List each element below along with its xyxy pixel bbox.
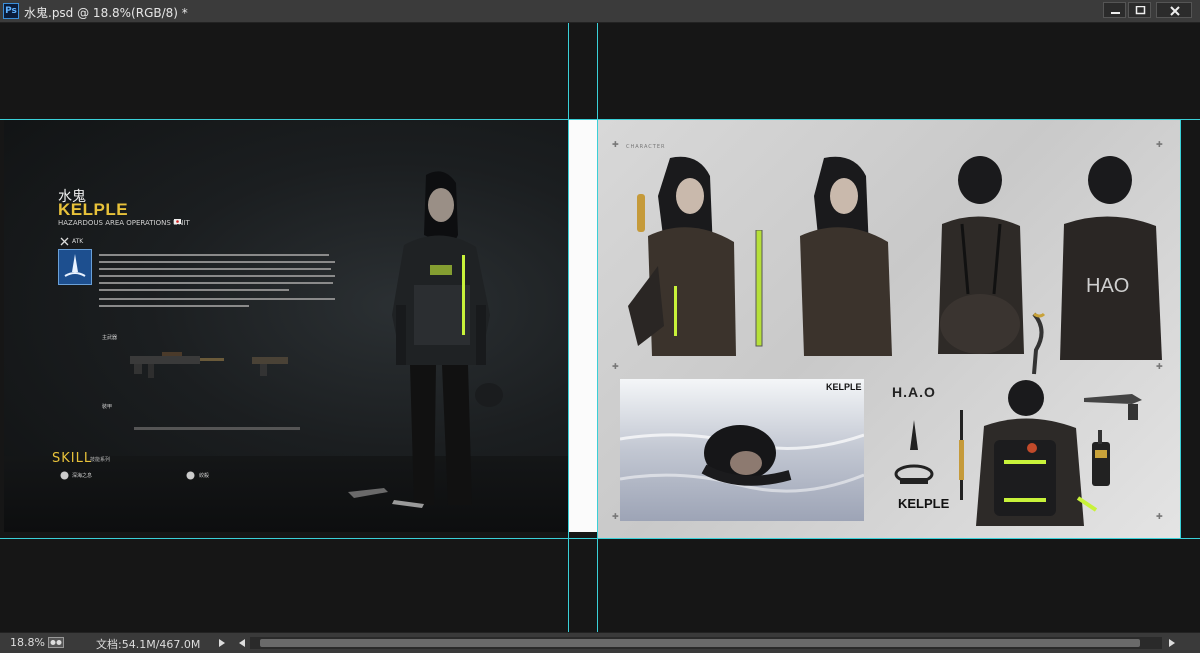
- kelple-logo-small: KELPLE: [826, 382, 862, 392]
- character-backpack-view: [976, 380, 1098, 526]
- gear-label: 裝甲: [102, 404, 113, 410]
- skill-title: SKILL: [52, 451, 93, 466]
- document-title: 水鬼.psd @ 18.8%(RGB/8) *: [24, 6, 188, 20]
- proof-icon[interactable]: [48, 637, 64, 648]
- main-weapon-label: 主武器: [102, 335, 118, 341]
- character-back-2: HAO: [1060, 156, 1162, 360]
- photoshop-icon: Ps: [3, 3, 19, 19]
- crop-mark-icon: ✚: [612, 512, 619, 521]
- class-label: ATK: [72, 238, 84, 245]
- crop-mark-icon: ✚: [1156, 140, 1163, 149]
- guide-vertical[interactable]: [568, 23, 569, 632]
- title-bar: Ps 水鬼.psd @ 18.8%(RGB/8) *: [0, 0, 1200, 23]
- hao-logo: H.A.O: [892, 384, 936, 400]
- kelple-logo-large: KELPLE: [898, 496, 950, 511]
- crop-mark-icon: ✚: [1156, 512, 1163, 521]
- radio-device-icon: [1092, 430, 1110, 486]
- close-button[interactable]: [1156, 2, 1192, 18]
- close-icon: [1170, 6, 1180, 16]
- maximize-button[interactable]: [1128, 2, 1151, 18]
- horizontal-scrollbar[interactable]: [250, 637, 1162, 649]
- crossed-swords-icon: [60, 237, 69, 246]
- character-section-label: CHARACTER: [626, 144, 666, 150]
- character-figure: [392, 171, 503, 505]
- spear-icon: [959, 410, 964, 500]
- left-artboard: 水鬼 KELPLE HAZARDOUS AREA OPERATIONS UNIT…: [4, 120, 568, 532]
- crop-mark-icon: ✚: [612, 140, 619, 149]
- smg-weapon-icon: [130, 352, 224, 378]
- flag-icon: [174, 219, 181, 224]
- crop-mark-icon: ✚: [1156, 362, 1163, 371]
- document-size-info[interactable]: 文档:54.1M/467.0M: [96, 636, 200, 652]
- scroll-left-icon[interactable]: [238, 638, 246, 648]
- unit-label: HAZARDOUS AREA OPERATIONS UNIT: [58, 219, 190, 227]
- character-front-1: [628, 156, 736, 356]
- skill-subtitle: 技能系列: [90, 457, 111, 463]
- gear-bar: [134, 427, 300, 430]
- guide-vertical[interactable]: [1180, 119, 1181, 539]
- status-menu-arrow-icon[interactable]: [218, 638, 226, 648]
- skill-2-icon: [186, 471, 195, 480]
- document-canvas[interactable]: 水鬼 KELPLE HAZARDOUS AREA OPERATIONS UNIT…: [0, 23, 1200, 632]
- skill-1-name: 深海之息: [72, 473, 93, 479]
- guide-horizontal[interactable]: [0, 119, 1200, 120]
- status-bar: 18.8% 文档:54.1M/467.0M: [0, 632, 1200, 653]
- scrollbar-thumb[interactable]: [260, 639, 1140, 647]
- dropped-gear: [348, 488, 424, 508]
- guide-horizontal[interactable]: [0, 538, 1200, 539]
- jacket-lettering: HAO: [1086, 275, 1129, 297]
- water-scene: [620, 379, 864, 521]
- canvas-gap: [569, 120, 597, 532]
- character-name-en: KELPLE: [58, 200, 129, 219]
- minimize-button[interactable]: [1103, 2, 1126, 18]
- glow-stick-icon: [755, 230, 763, 347]
- maximize-icon: [1135, 6, 1146, 15]
- right-artboard: CHARACTER ✚ ✚ ✚ ✚ ✚ ✚ HAO KELPLE H.A.O K…: [598, 120, 1180, 539]
- dagger-emblem-icon: [894, 420, 934, 484]
- knife-icon: [1084, 394, 1142, 420]
- bio-text-block: [99, 254, 335, 307]
- guide-vertical[interactable]: [597, 23, 598, 632]
- zoom-level[interactable]: 18.8%: [10, 636, 45, 649]
- character-front-2: [800, 156, 892, 356]
- snorkel-icon: [1032, 312, 1046, 375]
- class-emblem-icon: [58, 249, 92, 285]
- pistol-weapon-icon: [252, 357, 288, 376]
- scroll-right-icon[interactable]: [1168, 638, 1176, 648]
- crop-mark-icon: ✚: [612, 362, 619, 371]
- skill-1-icon: [60, 471, 69, 480]
- minimize-icon: [1111, 12, 1120, 14]
- skill-2-name: 絞殺: [199, 473, 210, 479]
